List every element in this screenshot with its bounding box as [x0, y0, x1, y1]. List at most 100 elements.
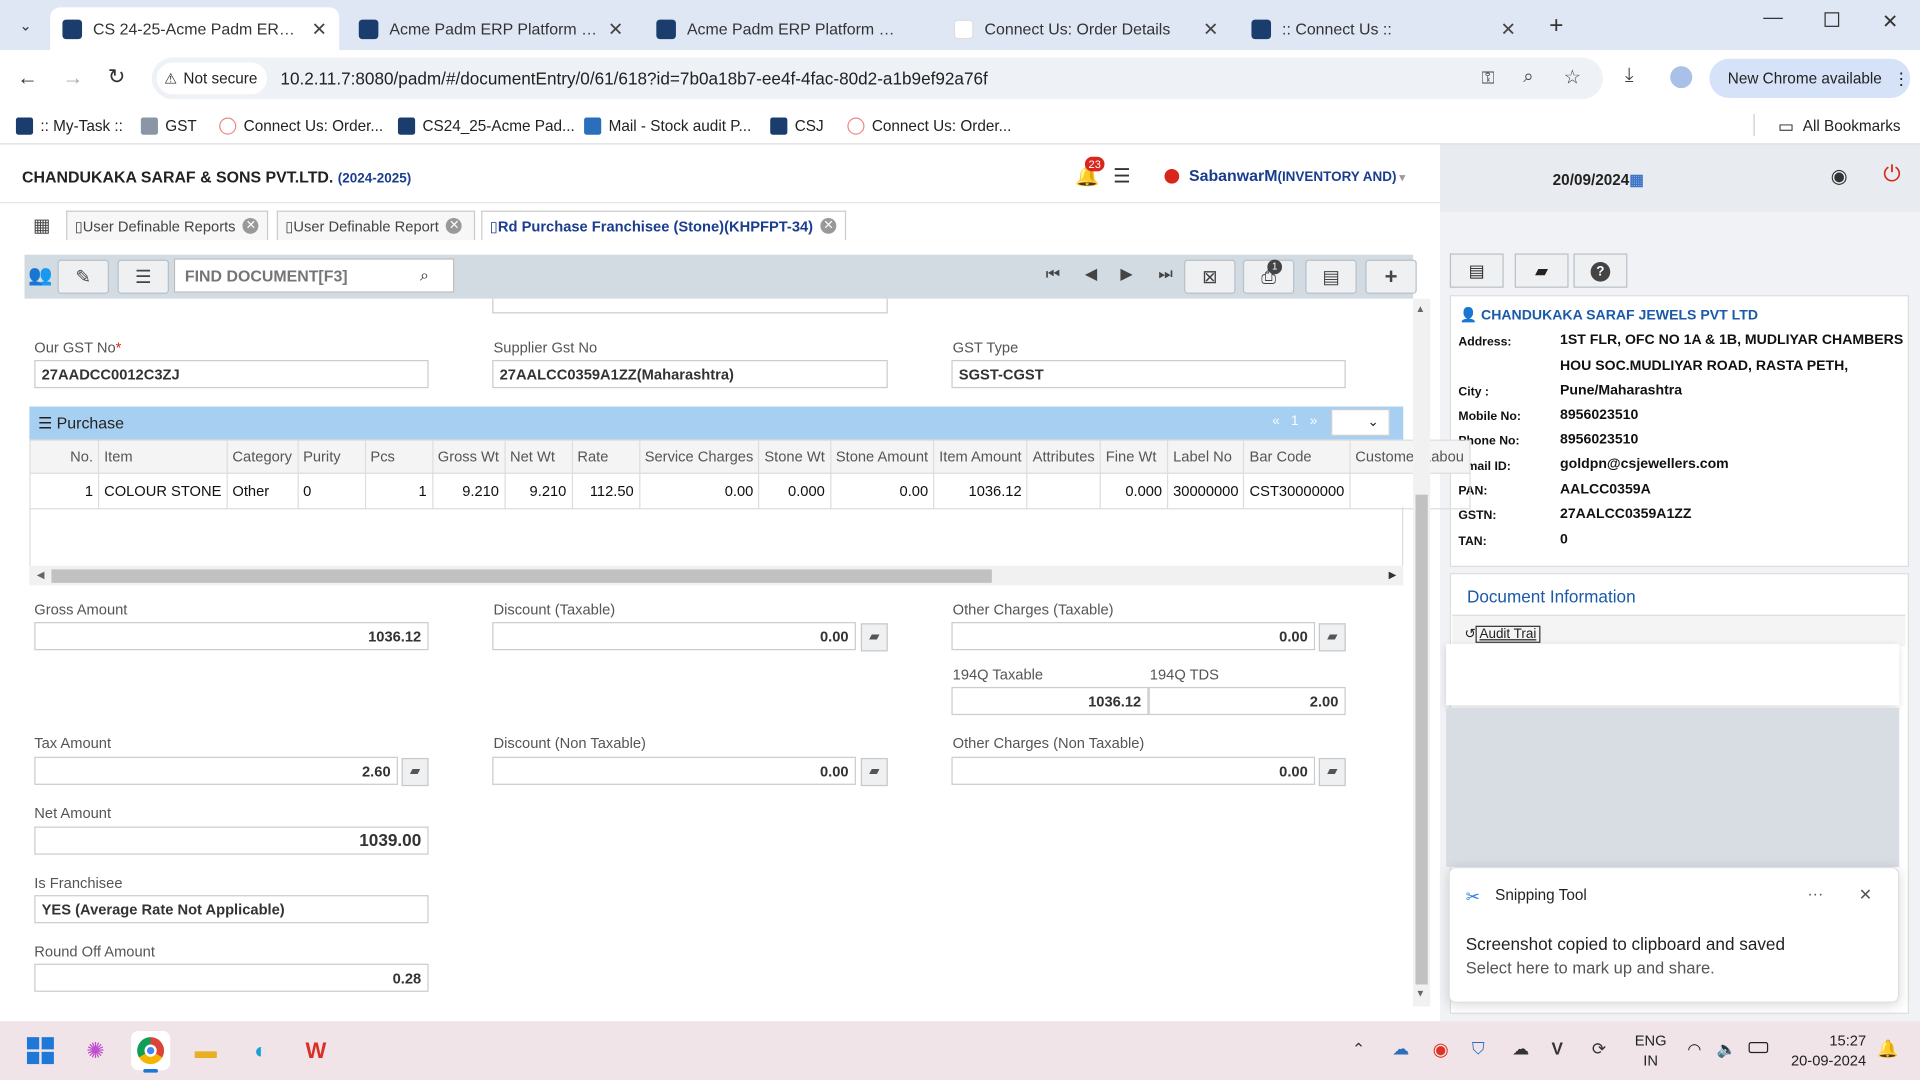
cell-customer-labour[interactable]	[1349, 472, 1471, 510]
cell-fine-wt[interactable]: 0.000	[1099, 472, 1169, 510]
wifi-icon[interactable]: ◠	[1687, 1040, 1701, 1060]
close-tab-icon[interactable]: ✕	[1493, 18, 1516, 40]
discount-non-taxable-field[interactable]: 0.00	[492, 756, 856, 785]
scroll-right-icon[interactable]: ▶	[1389, 569, 1397, 580]
scroll-up-icon[interactable]: ▲	[1416, 304, 1426, 315]
column-header[interactable]: Gross Wt	[431, 439, 506, 474]
close-tab-icon[interactable]: ✕	[820, 217, 837, 234]
column-header[interactable]: No.	[29, 439, 100, 474]
cancel-document-button[interactable]: ⊠	[1184, 259, 1236, 294]
grid-pager[interactable]: « 1 »	[1272, 414, 1317, 429]
cell-purity[interactable]: 0	[296, 472, 366, 510]
profile-avatar[interactable]	[1670, 66, 1693, 89]
other-charges-taxable-field[interactable]: 0.00	[951, 622, 1316, 651]
column-header[interactable]: Fine Wt	[1099, 439, 1169, 474]
cell-service-charges[interactable]: 0.00	[638, 472, 760, 510]
edge-icon[interactable]: ◐	[241, 1031, 280, 1070]
audit-trail-link[interactable]: ↺ Audit Trai	[1465, 625, 1541, 643]
toast-more-icon[interactable]: ···	[1807, 884, 1823, 902]
close-window-icon[interactable]: ✕	[1882, 10, 1898, 34]
discount-taxable-field[interactable]: 0.00	[492, 622, 856, 651]
column-header[interactable]: Category	[226, 439, 299, 474]
current-date[interactable]: 20/09/2024▦	[1553, 170, 1644, 188]
bookmark-item[interactable]: CSJ	[770, 115, 824, 137]
cell-label-no[interactable]: 30000000	[1167, 472, 1245, 510]
help-icon[interactable]: ?	[1573, 253, 1628, 288]
back-icon[interactable]: ←	[17, 66, 38, 90]
start-icon[interactable]	[21, 1031, 60, 1070]
key-icon[interactable]: ⚿	[1482, 67, 1495, 88]
list-view-button[interactable]: ☰	[117, 259, 169, 294]
new-document-file-button[interactable]: ▤	[1305, 259, 1357, 294]
bookmark-item[interactable]: Connect Us: Order...	[847, 115, 1011, 137]
power-icon[interactable]: ⏻	[1883, 162, 1900, 188]
cell-net-wt[interactable]: 9.210	[503, 472, 573, 510]
scroll-down-icon[interactable]: ▼	[1416, 988, 1426, 999]
column-header[interactable]: Pcs	[364, 439, 433, 474]
browser-tab-4[interactable]: Connect Us: Order Details ✕	[942, 7, 1231, 50]
other-charges-non-taxable-folder-icon[interactable]: ▰	[1318, 757, 1346, 787]
cell-rate[interactable]: 112.50	[571, 472, 640, 510]
toast-close-icon[interactable]: ✕	[1859, 885, 1872, 905]
column-header[interactable]: Customer Labou	[1349, 439, 1471, 474]
app-tab-rd-purchase-franchisee[interactable]: ▯ Rd Purchase Franchisee (Stone)(KHPFPT-…	[481, 210, 847, 241]
cell-gross-wt[interactable]: 9.210	[431, 472, 506, 510]
new-tab-button[interactable]: +	[1540, 10, 1572, 42]
bookmark-item[interactable]: :: My-Task ::	[15, 115, 123, 137]
column-header[interactable]: Attributes	[1026, 439, 1101, 474]
copilot-icon[interactable]: ✺	[76, 1031, 115, 1070]
column-header[interactable]: Bar Code	[1243, 439, 1351, 474]
security-shield-icon[interactable]: ⛉	[1472, 1038, 1485, 1059]
table-row[interactable]: 1 COLOUR STONE Other 0 1 9.210 9.210 112…	[29, 472, 1471, 510]
all-bookmarks[interactable]: ▭ All Bookmarks	[1778, 115, 1901, 137]
column-header[interactable]: Stone Amount	[829, 439, 935, 474]
column-header[interactable]: Label No	[1167, 439, 1245, 474]
sync-icon[interactable]: ⟳	[1592, 1038, 1606, 1059]
bookmark-item[interactable]: GST	[140, 115, 197, 137]
supplier-gst-field[interactable]: 27AALCC0359A1ZZ(Maharashtra)	[492, 360, 888, 389]
apps-grid-icon[interactable]: ▦	[33, 214, 50, 237]
column-header[interactable]: Purity	[296, 439, 366, 474]
details-card-icon[interactable]: ▤	[1449, 253, 1504, 288]
download-icon[interactable]: ⤓	[1625, 65, 1634, 87]
gross-amount-field[interactable]: 1036.12	[34, 622, 429, 651]
gst-type-field[interactable]: SGST-CGST	[951, 360, 1346, 389]
forward-icon[interactable]: →	[62, 66, 83, 90]
record-icon[interactable]: ◉	[1433, 1038, 1449, 1061]
battery-icon[interactable]	[1748, 1042, 1769, 1054]
scrollbar-thumb[interactable]	[51, 569, 992, 583]
file-explorer-icon[interactable]: ▬	[186, 1031, 225, 1070]
bookmark-item[interactable]: CS24_25-Acme Pad...	[397, 115, 575, 137]
tab-search-icon[interactable]: ⌄	[10, 12, 42, 39]
add-button[interactable]: +	[1365, 259, 1417, 294]
volume-icon[interactable]: 🔈	[1717, 1040, 1737, 1060]
cell-bar-code[interactable]: CST30000000	[1243, 472, 1351, 510]
language-indicator[interactable]: ENG IN	[1635, 1031, 1667, 1070]
onedrive-icon[interactable]: ☁	[1392, 1038, 1409, 1059]
chrome-icon[interactable]	[131, 1031, 171, 1071]
net-amount-field[interactable]: 1039.00	[34, 826, 429, 855]
close-tab-icon[interactable]: ✕	[446, 217, 463, 234]
bookmark-item[interactable]: Connect Us: Order...	[219, 115, 383, 137]
column-header[interactable]: Item Amount	[933, 439, 1028, 474]
close-tab-icon[interactable]: ✕	[304, 18, 327, 40]
users-icon[interactable]: 👥	[28, 263, 52, 287]
bookmark-star-icon[interactable]: ☆	[1564, 65, 1582, 89]
security-chip[interactable]: ⚠ Not secure	[156, 62, 267, 95]
column-header[interactable]: Service Charges	[638, 439, 760, 474]
tax-amount-field[interactable]: 2.60	[34, 756, 398, 785]
close-tab-icon[interactable]: ✕	[601, 18, 623, 40]
cell-stone-wt[interactable]: 0.000	[758, 472, 831, 510]
other-charges-non-taxable-field[interactable]: 0.00	[951, 756, 1316, 785]
book-icon[interactable]: ▰	[1514, 253, 1569, 288]
page-size-select[interactable]: ⌄	[1331, 408, 1390, 436]
our-gst-field[interactable]: 27AADCC0012C3ZJ	[34, 360, 429, 389]
zoom-icon[interactable]: ⌕	[1523, 66, 1533, 87]
round-off-field[interactable]: 0.28	[34, 963, 429, 992]
taxable-194q-field[interactable]: 1036.12	[951, 686, 1149, 716]
bookmark-item[interactable]: Mail - Stock audit P...	[584, 115, 751, 137]
clock[interactable]: 15:27 20-09-2024	[1788, 1031, 1866, 1070]
previous-record-icon[interactable]: ◀	[1085, 264, 1097, 284]
edit-button[interactable]: ✎	[57, 259, 109, 294]
close-tab-icon[interactable]: ✕	[1196, 18, 1218, 40]
